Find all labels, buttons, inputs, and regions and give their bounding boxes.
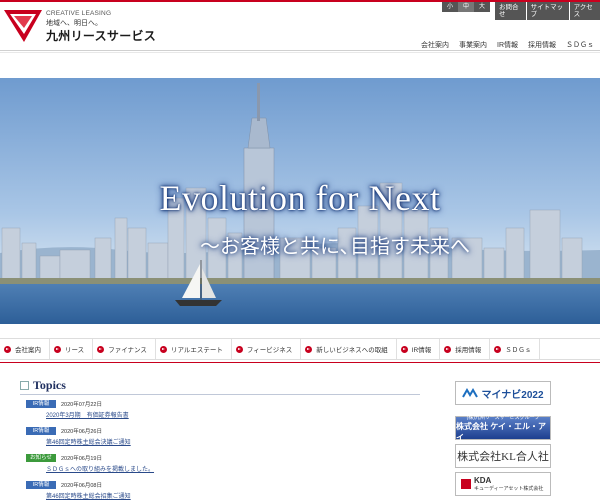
topic-item: IR情報 2020年06月26日 第46回定時株主総会決議ご通知 [26, 426, 131, 446]
sub-nav: 会社案内 リース ファイナンス リアルエステート フィービジネス 新しいビジネス… [0, 338, 600, 360]
topic-item: IR情報 2020年06月08日 第46回定時株主総会招集ご通知 [26, 480, 131, 500]
subnav-company[interactable]: 会社案内 [0, 339, 50, 359]
subnav-new-business[interactable]: 新しいビジネスへの取組 [301, 339, 397, 359]
topic-badge: IR情報 [26, 480, 56, 489]
mynavi-label: マイナビ2022 [481, 389, 544, 401]
subnav-finance[interactable]: ファイナンス [93, 339, 156, 359]
utility-links: お問合せ サイトマップ アクセス [494, 2, 600, 20]
mynavi-logo-icon [462, 388, 479, 398]
section-divider [0, 362, 600, 363]
gnav-business[interactable]: 事業案内 [459, 40, 487, 50]
square-bullet-icon [20, 381, 29, 390]
topic-badge: IR情報 [26, 399, 56, 408]
kli-banner[interactable]: (株)九州リースサービスグループ 株式会社 ケイ・エル・アイ [455, 414, 551, 442]
topic-item: IR情報 2020年07月22日 2020年3月期 有価証券報告書 [26, 399, 129, 419]
contact-link[interactable]: お問合せ [495, 2, 526, 20]
subnav-recruit[interactable]: 採用情報 [440, 339, 491, 359]
arrow-bullet-icon [305, 345, 313, 353]
font-size-medium-button[interactable]: 中 [458, 2, 475, 12]
topic-date: 2020年06月26日 [61, 428, 102, 435]
access-link[interactable]: アクセス [569, 2, 600, 20]
hero-banner: Evolution for Next ～お客様と共に､目指す未来へ [0, 78, 600, 324]
sitemap-link[interactable]: サイトマップ [526, 2, 569, 20]
header-divider [0, 50, 600, 51]
hero-title: Evolution for Next [159, 178, 441, 218]
subnav-sdgs[interactable]: ＳＤＧｓ [490, 339, 541, 359]
site-logo[interactable]: CREATIVE LEASING 地域へ、明日へ。 九州リースサービス [4, 6, 164, 46]
kli-group-label: (株)九州リースサービスグループ [466, 414, 540, 421]
topic-badge: お知らせ [26, 453, 56, 462]
arrow-bullet-icon [400, 345, 408, 353]
topic-date: 2020年07月22日 [61, 401, 102, 408]
subnav-fee-business[interactable]: フィービジネス [232, 339, 302, 359]
topic-item: お知らせ 2020年06月19日 ＳＤＧｓへの取り組みを掲載しました。 [26, 453, 154, 473]
global-nav: 会社案内 事業案内 IR情報 採用情報 ＳＤＧｓ [411, 40, 594, 50]
header-divider-2 [0, 52, 600, 53]
logo-company-name: 九州リースサービス [46, 29, 157, 43]
topic-date: 2020年06月19日 [61, 455, 102, 462]
logo-mark-icon [4, 10, 42, 42]
logo-tagline-en: CREATIVE LEASING [46, 10, 112, 17]
topics-heading: Topics [20, 378, 66, 393]
hero-subtitle: ～お客様と共に､目指す未来へ [200, 236, 470, 258]
gnav-sdgs[interactable]: ＳＤＧｓ [566, 40, 594, 50]
arrow-bullet-icon [444, 345, 452, 353]
kli-name-label: 株式会社 ケイ・エル・アイ [456, 421, 547, 442]
arrow-bullet-icon [97, 345, 105, 353]
font-size-large-button[interactable]: 大 [474, 2, 490, 12]
kl-gojinsha-label: 株式会社KL合人社 [457, 451, 549, 463]
subnav-ir[interactable]: IR情報 [397, 339, 441, 359]
kda-subtitle: キューディーアセット株式会社 [474, 486, 544, 492]
gnav-ir[interactable]: IR情報 [497, 40, 518, 50]
mynavi-banner[interactable]: マイナビ2022 [455, 381, 551, 405]
kda-logo-icon [461, 479, 471, 489]
topic-link[interactable]: ＳＤＧｓへの取り組みを掲載しました。 [46, 464, 154, 473]
gnav-company[interactable]: 会社案内 [421, 40, 449, 50]
arrow-bullet-icon [235, 345, 243, 353]
topics-divider [20, 394, 420, 395]
topic-link[interactable]: 第46回定時株主総会決議ご通知 [46, 437, 131, 446]
subnav-real-estate[interactable]: リアルエステート [156, 339, 232, 359]
font-size-controls: 小 中 大 [442, 2, 491, 12]
topic-link[interactable]: 第46回定時株主総会招集ご通知 [46, 491, 131, 500]
font-size-small-button[interactable]: 小 [442, 2, 458, 12]
topic-date: 2020年06月08日 [61, 482, 102, 489]
kda-label: KDA [474, 476, 492, 485]
topic-badge: IR情報 [26, 426, 56, 435]
topic-link[interactable]: 2020年3月期 有価証券報告書 [46, 410, 129, 419]
arrow-bullet-icon [4, 345, 11, 353]
arrow-bullet-icon [159, 345, 167, 353]
arrow-bullet-icon [54, 345, 61, 353]
subnav-lease[interactable]: リース [50, 339, 94, 359]
kda-banner[interactable]: KDA キューディーアセット株式会社 [455, 472, 551, 496]
gnav-recruit[interactable]: 採用情報 [528, 40, 556, 50]
arrow-bullet-icon [494, 345, 502, 353]
kl-gojinsha-banner[interactable]: 株式会社KL合人社 [455, 444, 551, 468]
